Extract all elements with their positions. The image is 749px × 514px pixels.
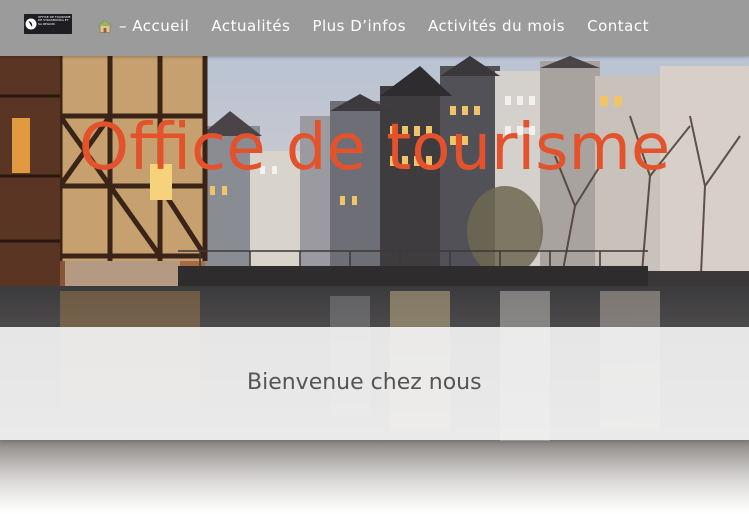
nav-item-activites-du-mois[interactable]: Activités du mois (428, 17, 565, 35)
nav-item-actualites[interactable]: Actualités (211, 17, 290, 35)
welcome-heading: Bienvenue chez nous (247, 370, 482, 395)
page: OFFICE DE TOURISME DE STRASBOURG ET SA R… (0, 0, 749, 514)
hero-title: Office de tourisme (78, 111, 671, 185)
bottom-fade-overlay (0, 440, 749, 514)
nav-item-plus-dinfos[interactable]: Plus D’infos (312, 17, 406, 35)
main-nav: – Accueil Actualités Plus D’infos Activi… (98, 17, 649, 35)
house-icon (98, 19, 112, 33)
nav-item-accueil[interactable]: – Accueil (98, 17, 189, 35)
nav-label-accueil: – Accueil (119, 17, 190, 35)
logo-text: OFFICE DE TOURISME DE STRASBOURG ET SA R… (38, 15, 71, 26)
welcome-band: Bienvenue chez nous (0, 327, 749, 440)
nav-item-contact[interactable]: Contact (587, 17, 649, 35)
site-header: OFFICE DE TOURISME DE STRASBOURG ET SA R… (0, 0, 749, 56)
site-logo[interactable]: OFFICE DE TOURISME DE STRASBOURG ET SA R… (24, 14, 72, 34)
